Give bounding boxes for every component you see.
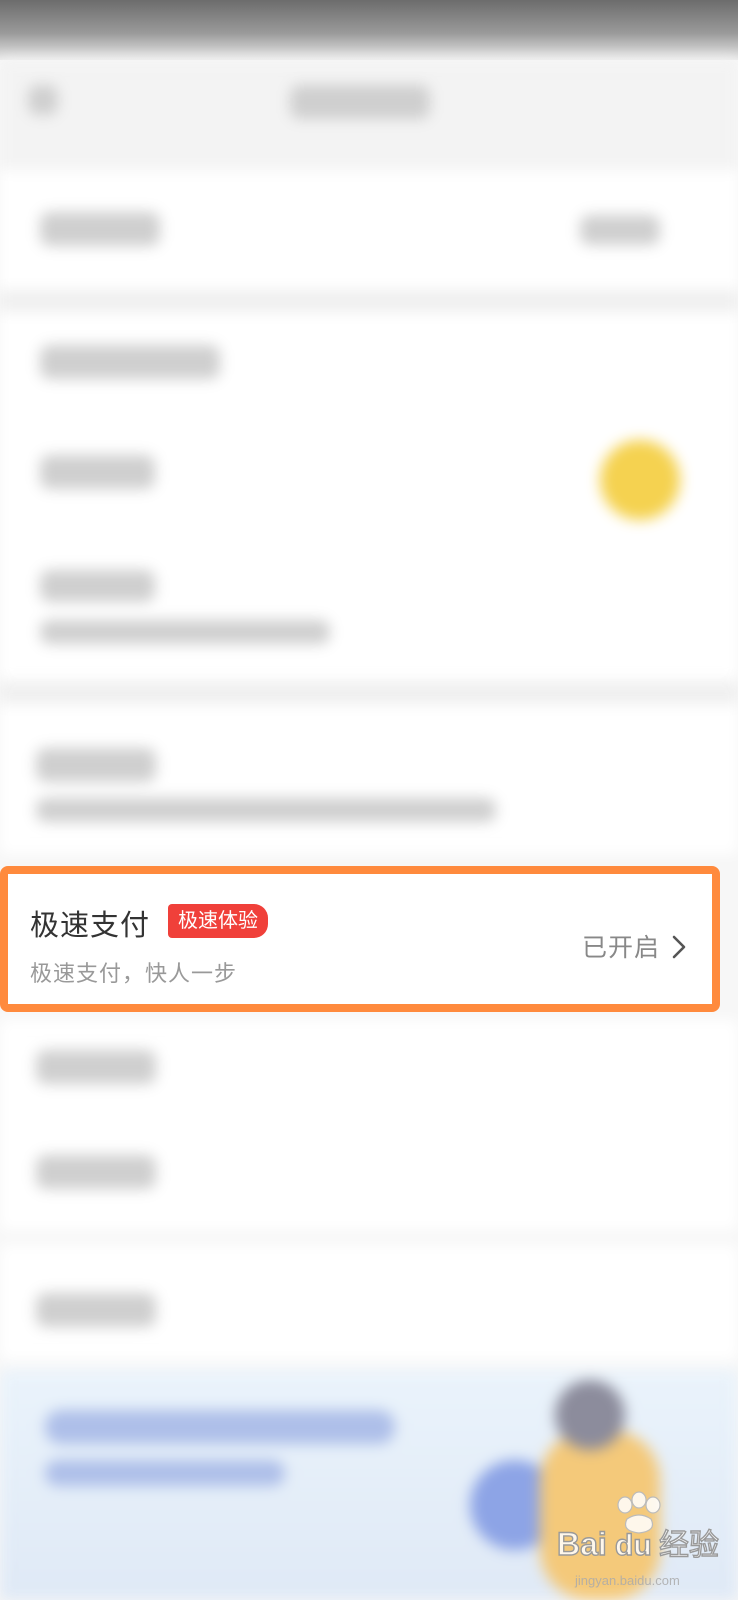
back-icon[interactable] <box>28 85 58 115</box>
fast-pay-status: 已开启 <box>581 934 660 962</box>
row-7-label-blurred <box>36 1050 156 1084</box>
toggle-switch[interactable] <box>600 440 680 520</box>
svg-text:jingyan.baidu.com: jingyan.baidu.com <box>574 1573 680 1588</box>
fast-pay-title: 极速支付 <box>30 910 151 942</box>
row-8-label-blurred <box>36 1155 156 1189</box>
row-1-value-blurred <box>580 215 660 245</box>
fast-pay-badge: 极速体验 <box>168 904 268 938</box>
row-4-label-blurred <box>40 570 155 602</box>
settings-row-4[interactable] <box>0 530 738 680</box>
banner-text-blurred <box>45 1410 395 1444</box>
row-1-label-blurred <box>40 212 160 246</box>
banner-illustration-head <box>555 1380 625 1450</box>
nav-title-blurred <box>290 85 430 119</box>
row-3-label-blurred <box>40 455 155 489</box>
row-5-label-blurred <box>36 748 156 782</box>
fast-pay-subtitle: 极速支付，快人一步 <box>30 961 238 986</box>
fast-pay-row[interactable]: 极速支付 极速体验 极速支付，快人一步 已开启 <box>0 866 720 1012</box>
row-4-desc-blurred <box>40 620 330 644</box>
section-divider <box>0 682 738 704</box>
row-9-label-blurred <box>36 1293 156 1327</box>
baidu-jingyan-watermark: Bai du 经验 jingyan.baidu.com <box>555 1485 735 1595</box>
baidu-jingyan-logo-icon: Bai du 经验 jingyan.baidu.com <box>556 1491 720 1588</box>
svg-text:Bai: Bai <box>557 1526 607 1562</box>
blurred-settings-background <box>0 0 738 1600</box>
banner-subtext-blurred <box>45 1460 285 1486</box>
svg-text:经验: 经验 <box>659 1528 719 1563</box>
chevron-right-icon <box>672 935 686 959</box>
svg-text:du: du <box>615 1529 652 1562</box>
section-divider <box>0 290 738 312</box>
row-5-desc-blurred <box>36 798 496 822</box>
row-2-label-blurred <box>40 345 220 379</box>
